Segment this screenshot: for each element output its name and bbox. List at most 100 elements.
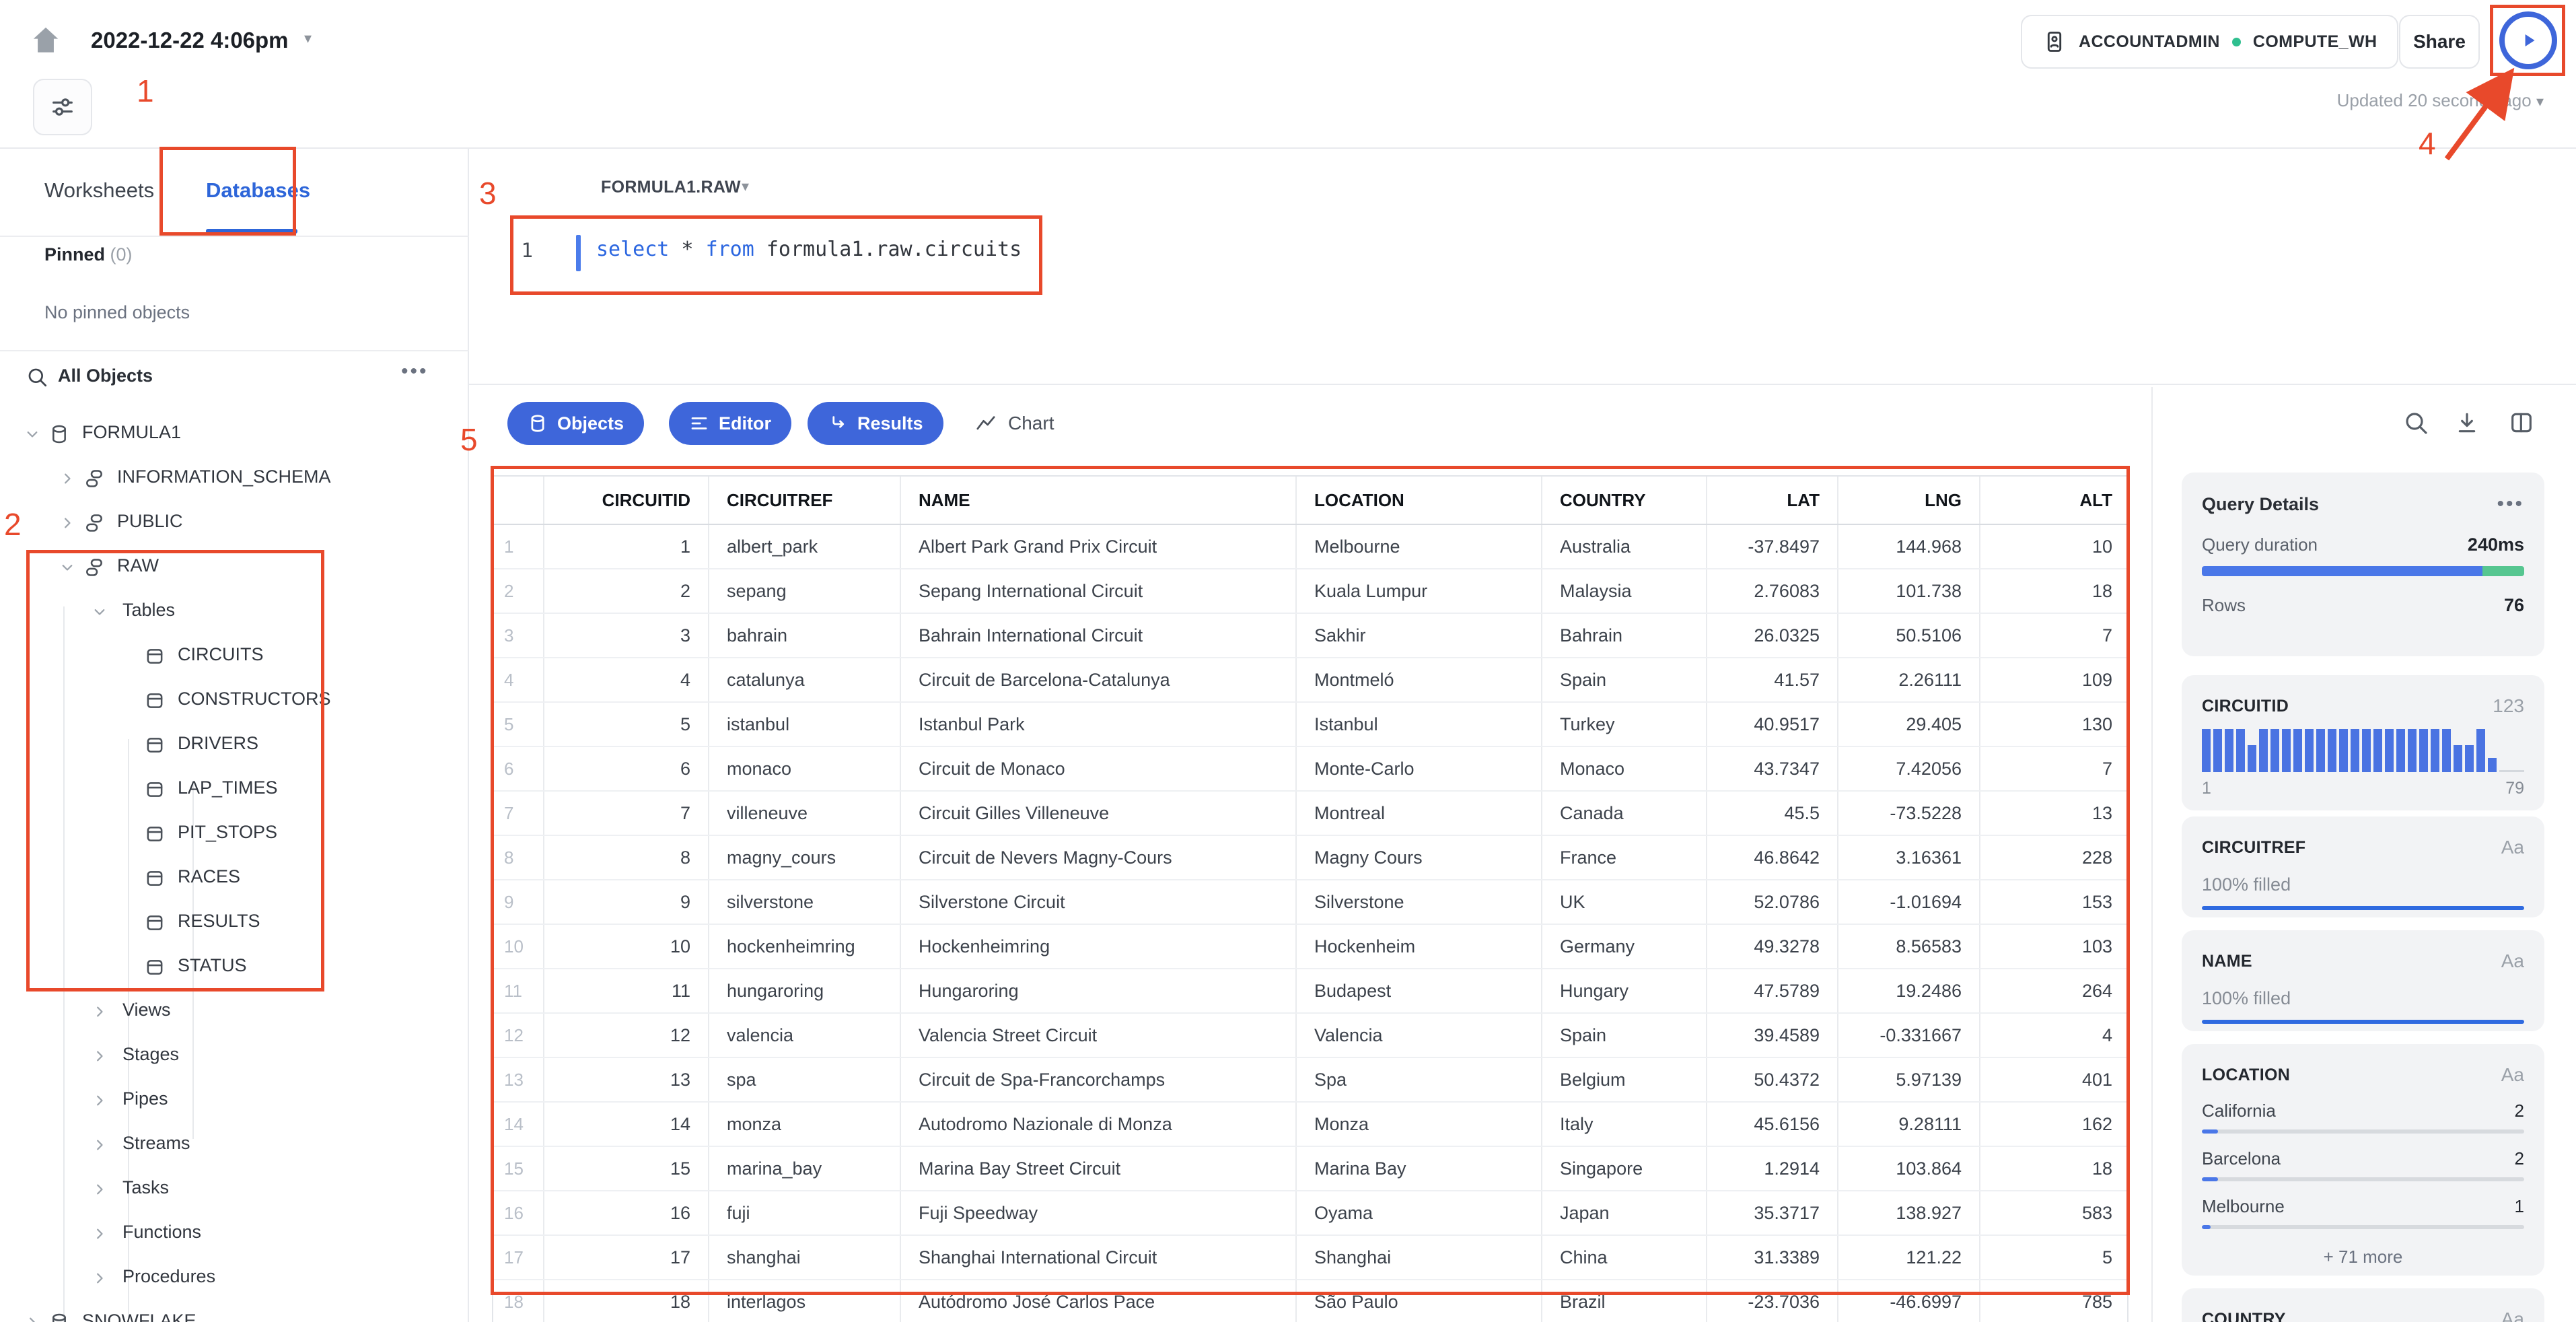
cell-lat[interactable]: -23.7036	[1707, 1280, 1838, 1322]
cell-circuitid[interactable]: 1	[544, 525, 709, 568]
cell-lat[interactable]: 39.4589	[1707, 1014, 1838, 1057]
column-stats-country-card[interactable]: COUNTRY Aa	[2182, 1288, 2544, 1322]
worksheet-context-tab[interactable]: FORMULA1.RAW	[601, 178, 741, 197]
cell-location[interactable]: São Paulo	[1297, 1280, 1542, 1322]
table-row[interactable]: 18 18 interlagos Autódromo José Carlos Pace…	[493, 1280, 2127, 1322]
cell-lat[interactable]: 49.3278	[1707, 925, 1838, 968]
cell-circuitid[interactable]: 7	[544, 792, 709, 835]
cell-country[interactable]: UK	[1542, 880, 1707, 924]
chevron-right-icon[interactable]	[90, 1180, 109, 1199]
cell-circuitid[interactable]: 2	[544, 569, 709, 613]
cell-lng[interactable]: 138.927	[1838, 1191, 1980, 1234]
column-stats-circuitid-card[interactable]: CIRCUITID 123 1 79	[2182, 675, 2544, 810]
worksheet-context-caret-icon[interactable]: ▾	[742, 178, 749, 195]
cell-location[interactable]: Montmeló	[1297, 658, 1542, 701]
cell-circuitref[interactable]: hockenheimring	[709, 925, 901, 968]
cell-country[interactable]: Australia	[1542, 525, 1707, 568]
cell-country[interactable]: Germany	[1542, 925, 1707, 968]
cell-alt[interactable]: 109	[1980, 658, 2130, 701]
cell-circuitid[interactable]: 8	[544, 836, 709, 879]
cell-circuitid[interactable]: 5	[544, 703, 709, 746]
cell-lng[interactable]: 19.2486	[1838, 969, 1980, 1012]
cell-name[interactable]: Autodromo Nazionale di Monza	[901, 1103, 1297, 1146]
cell-circuitref[interactable]: marina_bay	[709, 1147, 901, 1190]
cell-circuitref[interactable]: magny_cours	[709, 836, 901, 879]
cell-name[interactable]: Valencia Street Circuit	[901, 1014, 1297, 1057]
cell-lng[interactable]: 7.42056	[1838, 747, 1980, 790]
cell-name[interactable]: Hungaroring	[901, 969, 1297, 1012]
cell-circuitid[interactable]: 17	[544, 1236, 709, 1279]
cell-country[interactable]: Turkey	[1542, 703, 1707, 746]
cell-country[interactable]: Hungary	[1542, 969, 1707, 1012]
cell-alt[interactable]: 583	[1980, 1191, 2130, 1234]
chevron-right-icon[interactable]	[90, 1002, 109, 1021]
worksheet-title-timestamp[interactable]: 2022-12-22 4:06pm	[91, 24, 289, 57]
cell-location[interactable]: Istanbul	[1297, 703, 1542, 746]
cell-name[interactable]: Hockenheimring	[901, 925, 1297, 968]
cell-alt[interactable]: 13	[1980, 792, 2130, 835]
table-row[interactable]: 9 9 silverstone Silverstone Circuit Silverst…	[493, 880, 2127, 925]
column-stats-circuitref-card[interactable]: CIRCUITREF Aa 100% filled	[2182, 816, 2544, 917]
cell-lat[interactable]: 1.2914	[1707, 1147, 1838, 1190]
chevron-right-icon[interactable]	[90, 1136, 109, 1154]
cell-location[interactable]: Melbourne	[1297, 525, 1542, 568]
sidebar-tab-worksheets[interactable]: Worksheets	[44, 178, 154, 203]
tree-item-formula1[interactable]: FORMULA1	[0, 412, 469, 456]
cell-circuitid[interactable]: 6	[544, 747, 709, 790]
cell-lat[interactable]: 40.9517	[1707, 703, 1838, 746]
cell-country[interactable]: Malaysia	[1542, 569, 1707, 613]
more-options-icon[interactable]: •••	[401, 360, 429, 383]
tree-item-procedures[interactable]: Procedures	[0, 1256, 469, 1300]
chevron-down-icon[interactable]	[58, 558, 77, 577]
cell-lng[interactable]: -0.331667	[1838, 1014, 1980, 1057]
cell-location[interactable]: Marina Bay	[1297, 1147, 1542, 1190]
tree-item-drivers[interactable]: DRIVERS	[0, 723, 469, 767]
cell-lng[interactable]: -46.6997	[1838, 1280, 1980, 1322]
cell-alt[interactable]: 18	[1980, 1147, 2130, 1190]
cell-location[interactable]: Monte-Carlo	[1297, 747, 1542, 790]
tree-item-information_schema[interactable]: INFORMATION_SCHEMA	[0, 456, 469, 501]
chevron-right-icon[interactable]	[90, 1091, 109, 1110]
cell-name[interactable]: Autódromo José Carlos Pace	[901, 1280, 1297, 1322]
cell-country[interactable]: Japan	[1542, 1191, 1707, 1234]
chevron-right-icon[interactable]	[23, 1313, 42, 1322]
cell-circuitid[interactable]: 14	[544, 1103, 709, 1146]
column-stats-location-card[interactable]: LOCATION Aa California 2 Barcelona 2 Melbour…	[2182, 1044, 2544, 1276]
results-tab-objects[interactable]: Objects	[507, 402, 645, 445]
cell-circuitref[interactable]: valencia	[709, 1014, 901, 1057]
query-details-menu-icon[interactable]: •••	[2497, 493, 2524, 516]
cell-country[interactable]: Bahrain	[1542, 614, 1707, 657]
cell-name[interactable]: Fuji Speedway	[901, 1191, 1297, 1234]
tree-item-tables[interactable]: Tables	[0, 590, 469, 634]
cell-alt[interactable]: 103	[1980, 925, 2130, 968]
cell-lat[interactable]: 50.4372	[1707, 1058, 1838, 1101]
tree-item-views[interactable]: Views	[0, 989, 469, 1034]
cell-name[interactable]: Circuit de Nevers Magny-Cours	[901, 836, 1297, 879]
cell-location[interactable]: Budapest	[1297, 969, 1542, 1012]
column-header-lat[interactable]: LAT	[1707, 477, 1838, 524]
tree-item-tasks[interactable]: Tasks	[0, 1167, 469, 1212]
column-header-name[interactable]: NAME	[901, 477, 1297, 524]
cell-location[interactable]: Kuala Lumpur	[1297, 569, 1542, 613]
share-button[interactable]: Share	[2399, 15, 2480, 69]
cell-circuitref[interactable]: hungaroring	[709, 969, 901, 1012]
chevron-right-icon[interactable]	[90, 1269, 109, 1288]
cell-lat[interactable]: -37.8497	[1707, 525, 1838, 568]
cell-alt[interactable]: 228	[1980, 836, 2130, 879]
cell-location[interactable]: Valencia	[1297, 1014, 1542, 1057]
cell-circuitref[interactable]: silverstone	[709, 880, 901, 924]
table-row[interactable]: 8 8 magny_cours Circuit de Nevers Magny-Cou…	[493, 836, 2127, 880]
cell-name[interactable]: Circuit de Barcelona-Catalunya	[901, 658, 1297, 701]
cell-lat[interactable]: 26.0325	[1707, 614, 1838, 657]
filters-button[interactable]	[33, 79, 92, 135]
cell-lat[interactable]: 52.0786	[1707, 880, 1838, 924]
table-row[interactable]: 4 4 catalunya Circuit de Barcelona-Cataluny…	[493, 658, 2127, 703]
tree-item-snowflake[interactable]: SNOWFLAKE	[0, 1300, 469, 1322]
cell-circuitid[interactable]: 18	[544, 1280, 709, 1322]
cell-location[interactable]: Silverstone	[1297, 880, 1542, 924]
sql-editor-line[interactable]: select * from formula1.raw.circuits	[596, 238, 1022, 261]
cell-name[interactable]: Circuit Gilles Villeneuve	[901, 792, 1297, 835]
cell-circuitref[interactable]: fuji	[709, 1191, 901, 1234]
home-icon[interactable]	[28, 23, 63, 58]
cell-lng[interactable]: 50.5106	[1838, 614, 1980, 657]
